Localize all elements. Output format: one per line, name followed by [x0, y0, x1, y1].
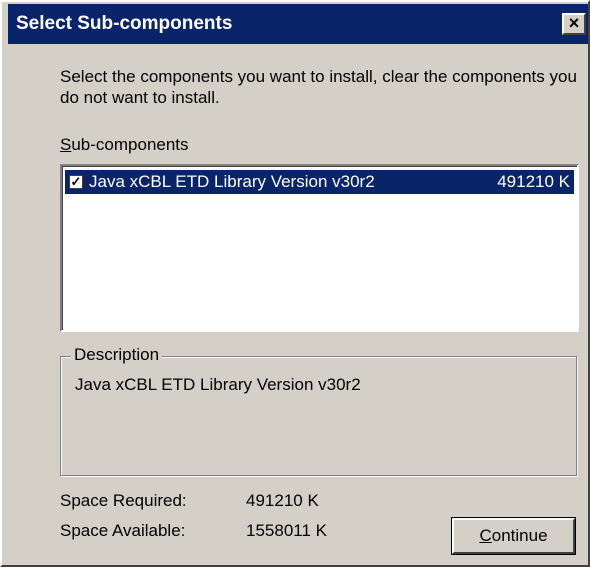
continue-button[interactable]: Continue: [451, 517, 576, 555]
space-required-label: Space Required:: [60, 491, 187, 510]
instructions-text: Select the components you want to instal…: [60, 67, 577, 107]
subcomponents-label-rest: ub-components: [71, 135, 189, 154]
continue-label-rest: ontinue: [491, 526, 548, 545]
list-item-size: 491210 K: [497, 172, 570, 191]
subcomponents-label-accel: S: [60, 135, 72, 154]
subcomponents-label: Sub-components: [60, 135, 189, 155]
checkbox-checked-icon[interactable]: ✓: [69, 175, 83, 189]
list-item-name: Java xCBL ETD Library Version v30r2: [89, 172, 375, 191]
description-text: Java xCBL ETD Library Version v30r2: [75, 375, 361, 394]
title-bar: Select Sub-components ×: [8, 4, 588, 44]
space-required-value: 491210 K: [246, 491, 319, 510]
description-group: Description Java xCBL ETD Library Versio…: [60, 345, 577, 476]
continue-label-accel: C: [479, 526, 492, 545]
close-icon: ×: [568, 13, 580, 33]
description-legend: Description: [71, 345, 163, 365]
space-available-label: Space Available:: [60, 521, 186, 540]
subcomponents-listbox[interactable]: ✓ Java xCBL ETD Library Version v30r2 49…: [60, 164, 579, 332]
dialog-window: Select Sub-components × Select the compo…: [0, 0, 590, 567]
list-item[interactable]: ✓ Java xCBL ETD Library Version v30r2 49…: [65, 170, 574, 194]
close-button[interactable]: ×: [562, 13, 586, 35]
space-available-value: 1558011 K: [246, 521, 327, 540]
window-title: Select Sub-components: [16, 13, 233, 34]
